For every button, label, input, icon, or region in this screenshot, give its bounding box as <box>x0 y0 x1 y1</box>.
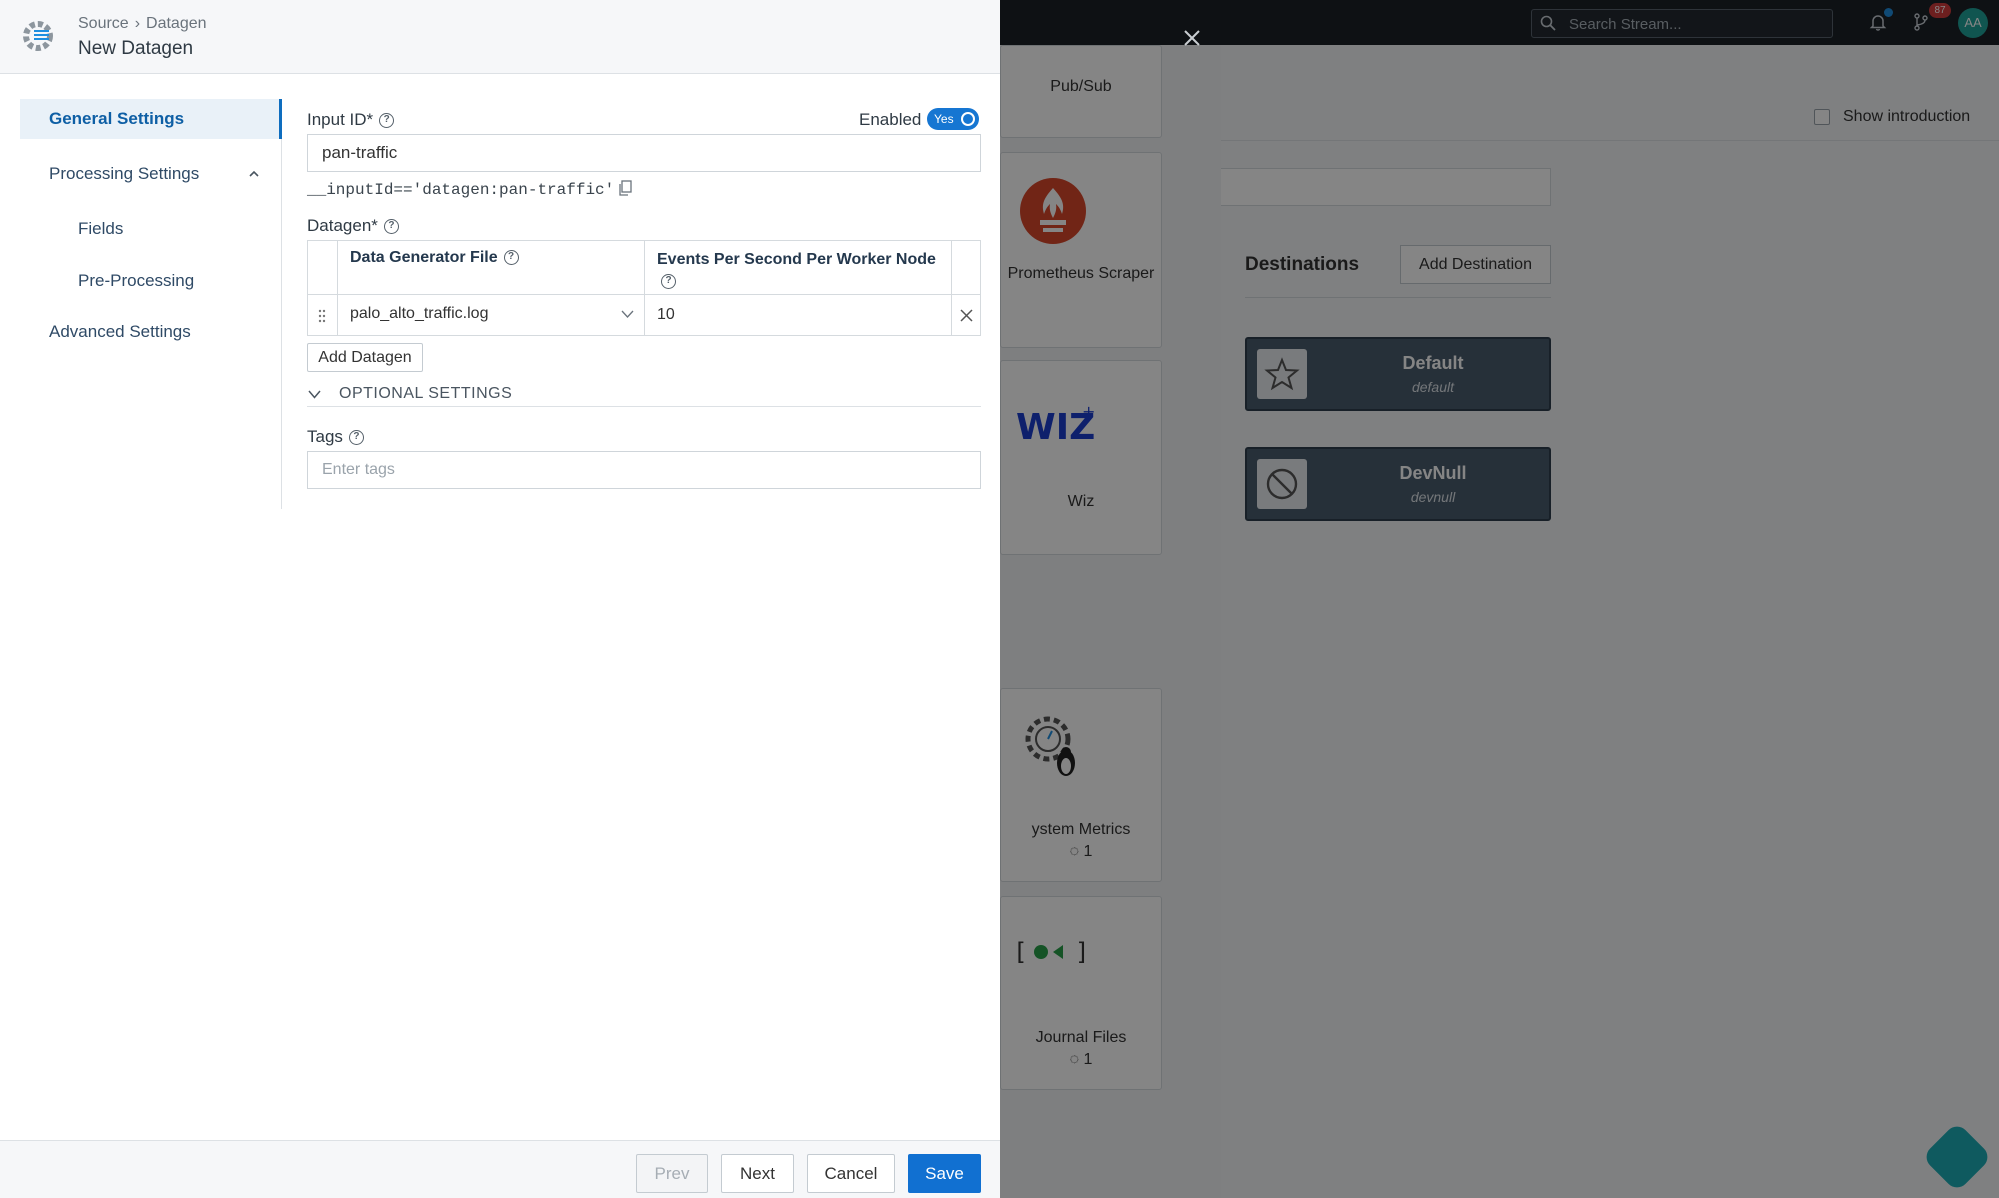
datagen-gear-icon <box>23 21 53 51</box>
column-header-file: Data Generator File? <box>350 249 519 267</box>
help-icon[interactable]: ? <box>503 250 519 266</box>
modal-title: New Datagen <box>78 38 194 59</box>
datagen-label-text: Datagen* <box>307 216 378 235</box>
datagen-table: Data Generator File? Events Per Second P… <box>307 240 981 336</box>
nav-processing-settings[interactable]: Processing Settings <box>20 154 282 194</box>
tags-label-text: Tags <box>307 427 343 446</box>
new-datagen-modal: Source › Datagen New Datagen General Setti… <box>0 0 1000 1198</box>
events-per-second-input[interactable] <box>645 295 951 335</box>
cancel-button[interactable]: Cancel <box>807 1154 895 1193</box>
table-divider <box>951 241 952 335</box>
modal-footer: Prev Next Cancel Save <box>0 1140 1000 1198</box>
input-id-label-text: Input ID* <box>307 110 374 129</box>
nav-item-label: Fields <box>78 219 124 238</box>
nav-item-label: Processing Settings <box>49 164 200 183</box>
input-id-field[interactable] <box>307 134 981 172</box>
nav-advanced-settings[interactable]: Advanced Settings <box>20 312 282 352</box>
nav-pre-processing[interactable]: Pre-Processing <box>20 261 282 301</box>
input-id-label: Input ID*? <box>307 110 395 130</box>
nav-fields[interactable]: Fields <box>20 209 282 249</box>
toggle-knob <box>961 112 975 126</box>
tags-input[interactable] <box>307 451 981 489</box>
breadcrumb-current: Datagen <box>146 15 207 32</box>
toggle-text: Yes <box>934 112 954 126</box>
copy-icon[interactable] <box>618 180 632 197</box>
breadcrumb: Source › Datagen <box>78 15 207 33</box>
chevron-up-icon[interactable] <box>247 168 261 180</box>
nav-item-label: Advanced Settings <box>49 322 191 341</box>
optional-settings-label: OPTIONAL SETTINGS <box>339 385 513 402</box>
tags-label: Tags? <box>307 427 364 447</box>
breadcrumb-separator: › <box>134 15 141 32</box>
enabled-toggle[interactable]: Yes <box>927 108 979 130</box>
next-button[interactable]: Next <box>721 1154 794 1193</box>
modal-header: Source › Datagen New Datagen <box>0 0 1000 74</box>
save-button[interactable]: Save <box>908 1154 981 1193</box>
remove-row-icon[interactable] <box>960 309 973 322</box>
nav-item-label: Pre-Processing <box>78 271 195 290</box>
filter-expression: __inputId=='datagen:pan-traffic' <box>307 181 615 199</box>
settings-nav: General Settings Processing Settings Fie… <box>20 99 282 509</box>
column-header-eps: Events Per Second Per Worker Node? <box>657 249 957 293</box>
column-header-eps-text: Events Per Second Per Worker Node <box>657 251 936 268</box>
optional-settings-toggle[interactable]: OPTIONAL SETTINGS <box>307 385 981 407</box>
help-icon[interactable]: ? <box>383 219 399 235</box>
help-icon[interactable]: ? <box>348 430 364 446</box>
add-datagen-button[interactable]: Add Datagen <box>307 343 423 372</box>
breadcrumb-parent[interactable]: Source <box>78 15 129 32</box>
column-header-file-text: Data Generator File <box>350 249 498 266</box>
chevron-down-icon <box>308 390 321 399</box>
enabled-label: Enabled <box>859 110 922 129</box>
help-icon[interactable]: ? <box>661 274 676 290</box>
nav-item-label: General Settings <box>49 109 185 128</box>
data-generator-file-select[interactable]: palo_alto_traffic.log <box>338 295 644 335</box>
drag-handle-icon[interactable] <box>317 308 327 324</box>
nav-general-settings[interactable]: General Settings <box>20 99 282 139</box>
close-icon[interactable] <box>1180 26 1204 50</box>
chevron-down-icon <box>621 310 634 318</box>
prev-button[interactable]: Prev <box>636 1154 708 1193</box>
help-icon[interactable]: ? <box>379 113 395 129</box>
datagen-label: Datagen*? <box>307 216 399 236</box>
selected-file: palo_alto_traffic.log <box>350 305 489 322</box>
